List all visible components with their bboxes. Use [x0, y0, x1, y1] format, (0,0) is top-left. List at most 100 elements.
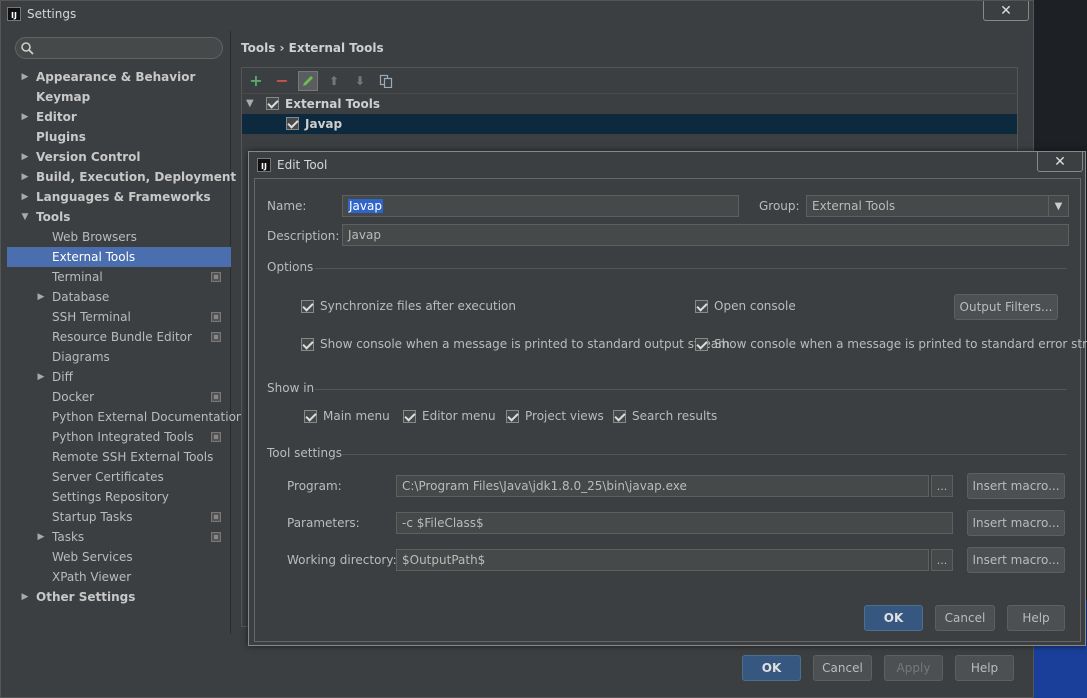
editor-menu-checkbox[interactable] [403, 409, 416, 423]
settings-help-button[interactable]: Help [955, 655, 1014, 681]
sidebar-item-resource-bundle-editor[interactable]: Resource Bundle Editor [7, 327, 231, 347]
show-in-separator [315, 389, 1067, 390]
sidebar-item-editor[interactable]: ▶ Editor [7, 107, 231, 127]
edit-tool-button[interactable] [298, 70, 318, 91]
settings-tree: ▶ Appearance & Behavior Keymap ▶ Editor Plugi… [7, 67, 244, 607]
sidebar-item-settings-repository[interactable]: Settings Repository [7, 487, 231, 507]
working-directory-insert-macro-button[interactable]: Insert macro... [967, 547, 1065, 573]
sidebar-item-startup-tasks[interactable]: Startup Tasks [7, 507, 231, 527]
open-console-option[interactable]: Open console [695, 299, 796, 313]
move-down-button[interactable]: ⬇ [350, 71, 370, 91]
collapsed-arrow-icon[interactable]: ▶ [20, 187, 30, 207]
tools-group-row[interactable]: ▼ External Tools [242, 94, 1017, 114]
edit-tool-ok-button[interactable]: OK [864, 605, 923, 631]
chevron-down-icon[interactable]: ▼ [1048, 196, 1068, 216]
group-enabled-checkbox[interactable] [266, 97, 279, 110]
program-insert-macro-button[interactable]: Insert macro... [967, 473, 1065, 499]
sidebar-item-web-browsers[interactable]: Web Browsers [7, 227, 231, 247]
sidebar-item-diff[interactable]: ▶ Diff [7, 367, 231, 387]
sidebar-item-label: Diagrams [52, 350, 110, 364]
show-console-stderr-checkbox[interactable] [695, 337, 708, 351]
sidebar-item-server-certificates[interactable]: Server Certificates [7, 467, 231, 487]
sidebar-item-python-integrated-tools[interactable]: Python Integrated Tools [7, 427, 231, 447]
group-expand-arrow[interactable]: ▼ [246, 94, 254, 114]
collapsed-arrow-icon[interactable]: ▶ [20, 107, 30, 127]
tool-row-javap[interactable]: Javap [242, 114, 1017, 134]
sidebar-item-remote-ssh-external-tools[interactable]: Remote SSH External Tools [7, 447, 231, 467]
sidebar-item-label: Plugins [36, 130, 86, 144]
sidebar-item-label: Tasks [52, 530, 85, 544]
settings-cancel-button[interactable]: Cancel [813, 655, 872, 681]
sync-files-option[interactable]: Synchronize files after execution [301, 299, 516, 313]
show-console-stdout-checkbox[interactable] [301, 337, 314, 351]
search-results-checkbox[interactable] [613, 409, 626, 423]
edit-tool-close-button[interactable]: ✕ [1037, 152, 1083, 172]
output-filters-button[interactable]: Output Filters... [954, 294, 1058, 320]
project-views-option[interactable]: Project views [506, 409, 604, 423]
sync-files-checkbox[interactable] [301, 299, 314, 313]
sidebar-item-label: Docker [52, 390, 95, 404]
add-tool-button[interactable]: + [246, 71, 266, 91]
collapsed-arrow-icon[interactable]: ▶ [20, 587, 30, 607]
collapsed-arrow-icon[interactable]: ▶ [36, 287, 46, 307]
sidebar-item-python-external-documentation[interactable]: Python External Documentation [7, 407, 244, 427]
show-console-stdout-option[interactable]: Show console when a message is printed t… [301, 337, 730, 351]
sidebar-item-label: SSH Terminal [52, 310, 131, 324]
sidebar-item-label: Editor [36, 110, 77, 124]
sidebar-item-languages-frameworks[interactable]: ▶ Languages & Frameworks [7, 187, 231, 207]
remove-tool-button[interactable]: − [272, 71, 292, 91]
main-menu-checkbox[interactable] [304, 409, 317, 423]
sidebar-item-version-control[interactable]: ▶ Version Control [7, 147, 231, 167]
sidebar-item-tasks[interactable]: ▶ Tasks [7, 527, 231, 547]
sidebar-item-xpath-viewer[interactable]: XPath Viewer [7, 567, 231, 587]
sidebar-item-database[interactable]: ▶ Database [7, 287, 231, 307]
settings-close-button[interactable]: ✕ [983, 1, 1029, 21]
program-field[interactable]: C:\Program Files\Java\jdk1.8.0_25\bin\ja… [396, 475, 929, 497]
sidebar-item-external-tools[interactable]: External Tools [7, 247, 231, 267]
settings-apply-button[interactable]: Apply [884, 655, 943, 681]
edit-tool-cancel-button[interactable]: Cancel [935, 605, 995, 631]
sidebar-item-diagrams[interactable]: Diagrams [7, 347, 231, 367]
sidebar-item-plugins[interactable]: Plugins [7, 127, 231, 147]
copy-tool-button[interactable] [376, 71, 396, 91]
collapsed-arrow-icon[interactable]: ▶ [20, 167, 30, 187]
open-console-checkbox[interactable] [695, 299, 708, 313]
edit-tool-help-button[interactable]: Help [1007, 605, 1065, 631]
sidebar-item-appearance-behavior[interactable]: ▶ Appearance & Behavior [7, 67, 231, 87]
settings-search-input[interactable] [38, 40, 218, 56]
editor-menu-option[interactable]: Editor menu [403, 409, 496, 423]
sidebar-item-other-settings[interactable]: ▶ Other Settings [7, 587, 231, 607]
sidebar-item-web-services[interactable]: Web Services [7, 547, 231, 567]
collapsed-arrow-icon[interactable]: ▶ [36, 367, 46, 387]
settings-ok-button[interactable]: OK [742, 655, 801, 681]
group-label: External Tools [285, 97, 380, 111]
working-directory-browse-button[interactable]: ... [931, 549, 953, 571]
parameters-insert-macro-button[interactable]: Insert macro... [967, 510, 1065, 536]
show-console-stderr-option[interactable]: Show console when a message is printed t… [695, 337, 1087, 351]
description-field[interactable]: Javap [342, 224, 1069, 246]
sidebar-item-label: External Tools [52, 250, 136, 264]
expanded-arrow-icon[interactable]: ▼ [20, 207, 30, 227]
sidebar-item-tools[interactable]: ▼ Tools [7, 207, 231, 227]
settings-search-box[interactable] [15, 37, 223, 59]
sidebar-item-keymap[interactable]: Keymap [7, 87, 231, 107]
sidebar-item-terminal[interactable]: Terminal [7, 267, 231, 287]
move-up-button[interactable]: ⬆ [324, 71, 344, 91]
intellij-logo-icon: IJ [257, 158, 271, 172]
group-select[interactable]: External Tools ▼ [806, 195, 1069, 217]
working-directory-field[interactable]: $OutputPath$ [396, 549, 929, 571]
collapsed-arrow-icon[interactable]: ▶ [20, 147, 30, 167]
sidebar-item-build-execution-deployment[interactable]: ▶ Build, Execution, Deployment [7, 167, 237, 187]
search-results-option[interactable]: Search results [613, 409, 717, 423]
collapsed-arrow-icon[interactable]: ▶ [36, 527, 46, 547]
external-tools-toolbar: + − ⬆ ⬇ [242, 68, 1017, 94]
main-menu-option[interactable]: Main menu [304, 409, 390, 423]
tool-enabled-checkbox[interactable] [286, 117, 299, 130]
sidebar-item-ssh-terminal[interactable]: SSH Terminal [7, 307, 231, 327]
program-browse-button[interactable]: ... [931, 475, 953, 497]
name-field[interactable]: Javap [342, 195, 739, 217]
sidebar-item-docker[interactable]: Docker [7, 387, 231, 407]
collapsed-arrow-icon[interactable]: ▶ [20, 67, 30, 87]
parameters-field[interactable]: -c $FileClass$ [396, 512, 953, 534]
project-views-checkbox[interactable] [506, 409, 519, 423]
